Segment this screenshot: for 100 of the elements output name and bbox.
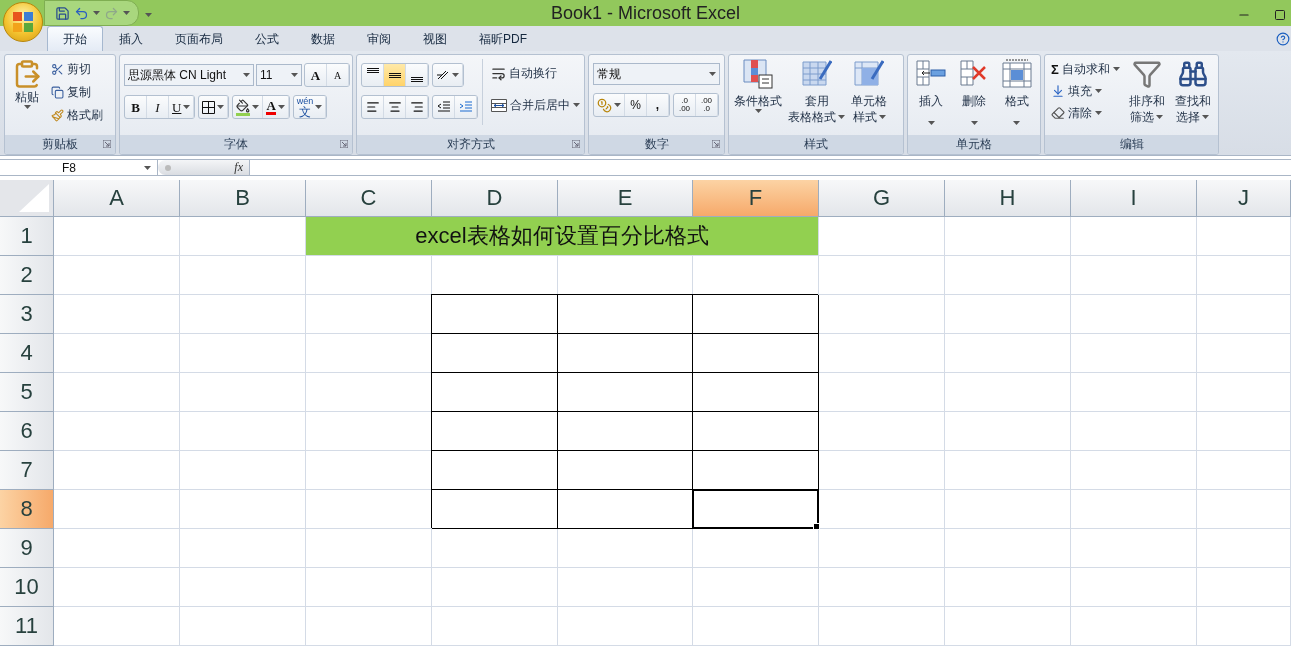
row-header[interactable]: 11 [0, 607, 54, 646]
row-header[interactable]: 3 [0, 295, 54, 334]
bold-button[interactable]: B [125, 96, 147, 118]
dialog-launcher-icon[interactable] [340, 140, 348, 148]
table-cell[interactable] [432, 490, 558, 529]
italic-button[interactable]: I [147, 96, 169, 118]
row-header[interactable]: 10 [0, 568, 54, 607]
style-button[interactable]: 条件格式 [733, 59, 783, 135]
editing-button[interactable]: 排序和 筛选 [1125, 59, 1168, 135]
editing-button[interactable]: Σ 自动求和 [1049, 59, 1122, 79]
column-header[interactable]: H [945, 180, 1071, 217]
editing-button[interactable]: 填充 [1049, 81, 1122, 101]
row-header[interactable]: 4 [0, 334, 54, 373]
ribbon-tab[interactable]: 视图 [407, 26, 463, 51]
clipboard-button[interactable]: 剪切 [49, 59, 105, 79]
group-label: 数字 [644, 136, 669, 153]
underline-button[interactable]: U [169, 96, 195, 118]
clipboard-button[interactable]: 格式刷 [49, 105, 105, 125]
row-header[interactable]: 8 [0, 490, 54, 529]
row-header[interactable]: 9 [0, 529, 54, 568]
cells-button[interactable]: 格式 [997, 59, 1036, 135]
font-size-field[interactable]: 11 [256, 64, 302, 86]
table-cell[interactable] [432, 295, 558, 334]
table-cell[interactable] [693, 295, 819, 334]
table-cell[interactable] [432, 334, 558, 373]
dialog-launcher-icon[interactable] [712, 140, 720, 148]
merge-center-button[interactable]: 合并后居中 [489, 95, 582, 115]
increase-decimal-button[interactable]: .0 .00 [674, 94, 696, 116]
dialog-launcher-icon[interactable] [572, 140, 580, 148]
ribbon-tab[interactable]: 审阅 [351, 26, 407, 51]
row-header[interactable]: 6 [0, 412, 54, 451]
percent-button[interactable]: % [625, 94, 647, 116]
comma-button[interactable]: , [647, 94, 669, 116]
dropdown-caret-icon [315, 105, 323, 109]
select-all-corner[interactable] [0, 180, 54, 217]
editing-button[interactable]: 查找和 选择 [1171, 59, 1214, 135]
table-cell[interactable] [558, 451, 693, 490]
ribbon-tab[interactable]: 插入 [103, 26, 159, 51]
insert-function-button[interactable]: fx [234, 160, 243, 175]
shrink-font-button[interactable]: A [327, 64, 349, 86]
table-cell[interactable] [558, 295, 693, 334]
decrease-decimal-button[interactable]: .00 .0 [696, 94, 718, 116]
column-header[interactable]: C [306, 180, 432, 217]
column-header[interactable]: A [54, 180, 180, 217]
row-header[interactable]: 5 [0, 373, 54, 412]
grow-font-button[interactable]: A [305, 64, 327, 86]
table-cell[interactable] [432, 451, 558, 490]
number-format-field[interactable]: 常规 [593, 63, 720, 85]
table-cell[interactable] [693, 373, 819, 412]
dropdown-caret-icon [123, 11, 130, 15]
table-cell[interactable] [558, 412, 693, 451]
column-header[interactable]: I [1071, 180, 1197, 217]
column-header[interactable]: B [180, 180, 306, 217]
dropdown-caret-icon [217, 105, 225, 109]
style-button[interactable]: 套用 表格格式 [787, 59, 846, 135]
table-brush-icon [801, 59, 832, 89]
title-cell[interactable]: excel表格如何设置百分比格式 [306, 217, 819, 256]
row-header[interactable]: 7 [0, 451, 54, 490]
ribbon-tab[interactable]: 数据 [295, 26, 351, 51]
table-cell[interactable] [693, 334, 819, 373]
ribbon-tab[interactable]: 福昕PDF [463, 26, 543, 51]
table-cell[interactable] [558, 334, 693, 373]
column-header[interactable]: J [1197, 180, 1291, 217]
dropdown-caret-icon [754, 109, 762, 113]
vertical-align-button[interactable] [384, 64, 406, 86]
ribbon-tab[interactable]: 开始 [47, 26, 103, 51]
fill-color-button[interactable] [233, 96, 264, 118]
dialog-launcher-icon[interactable] [103, 140, 111, 148]
column-header[interactable]: E [558, 180, 693, 217]
borders-button[interactable] [199, 96, 229, 118]
cells-button[interactable]: 删除 [954, 59, 994, 135]
name-box[interactable]: F8 [0, 160, 158, 175]
dropdown-caret-icon [838, 115, 845, 119]
paste-button[interactable]: 粘贴 [9, 59, 45, 135]
row-header[interactable]: 2 [0, 256, 54, 295]
copy-icon [51, 85, 64, 99]
table-cell[interactable] [693, 412, 819, 451]
table-cell[interactable] [432, 412, 558, 451]
font-name-field[interactable]: 思源黑体 CN Light [124, 64, 254, 86]
sigma-icon: Σ [1051, 61, 1059, 77]
ribbon-tab[interactable]: 公式 [239, 26, 295, 51]
dropdown-caret-icon [252, 105, 260, 109]
editing-button[interactable]: 清除 [1049, 103, 1122, 123]
table-cell[interactable] [558, 373, 693, 412]
scissors-icon [51, 62, 64, 76]
style-button[interactable]: 单元格 样式 [850, 59, 888, 135]
column-header[interactable]: G [819, 180, 945, 217]
cells-button[interactable]: 插入 [912, 59, 951, 135]
help-icon[interactable] [1276, 32, 1290, 46]
fill-handle[interactable] [813, 523, 820, 530]
phonetic-guide-button[interactable]: wén 文 [293, 96, 327, 118]
column-header[interactable]: F [693, 180, 819, 217]
table-cell[interactable] [432, 373, 558, 412]
insert-cells-icon [916, 59, 947, 89]
wrap-text-button[interactable]: 自动换行 [489, 63, 582, 83]
ribbon-tab[interactable]: 页面布局 [159, 26, 239, 51]
column-header[interactable]: D [432, 180, 558, 217]
active-cell[interactable] [692, 489, 819, 529]
clipboard-button[interactable]: 复制 [49, 82, 105, 102]
row-header[interactable]: 1 [0, 217, 54, 256]
